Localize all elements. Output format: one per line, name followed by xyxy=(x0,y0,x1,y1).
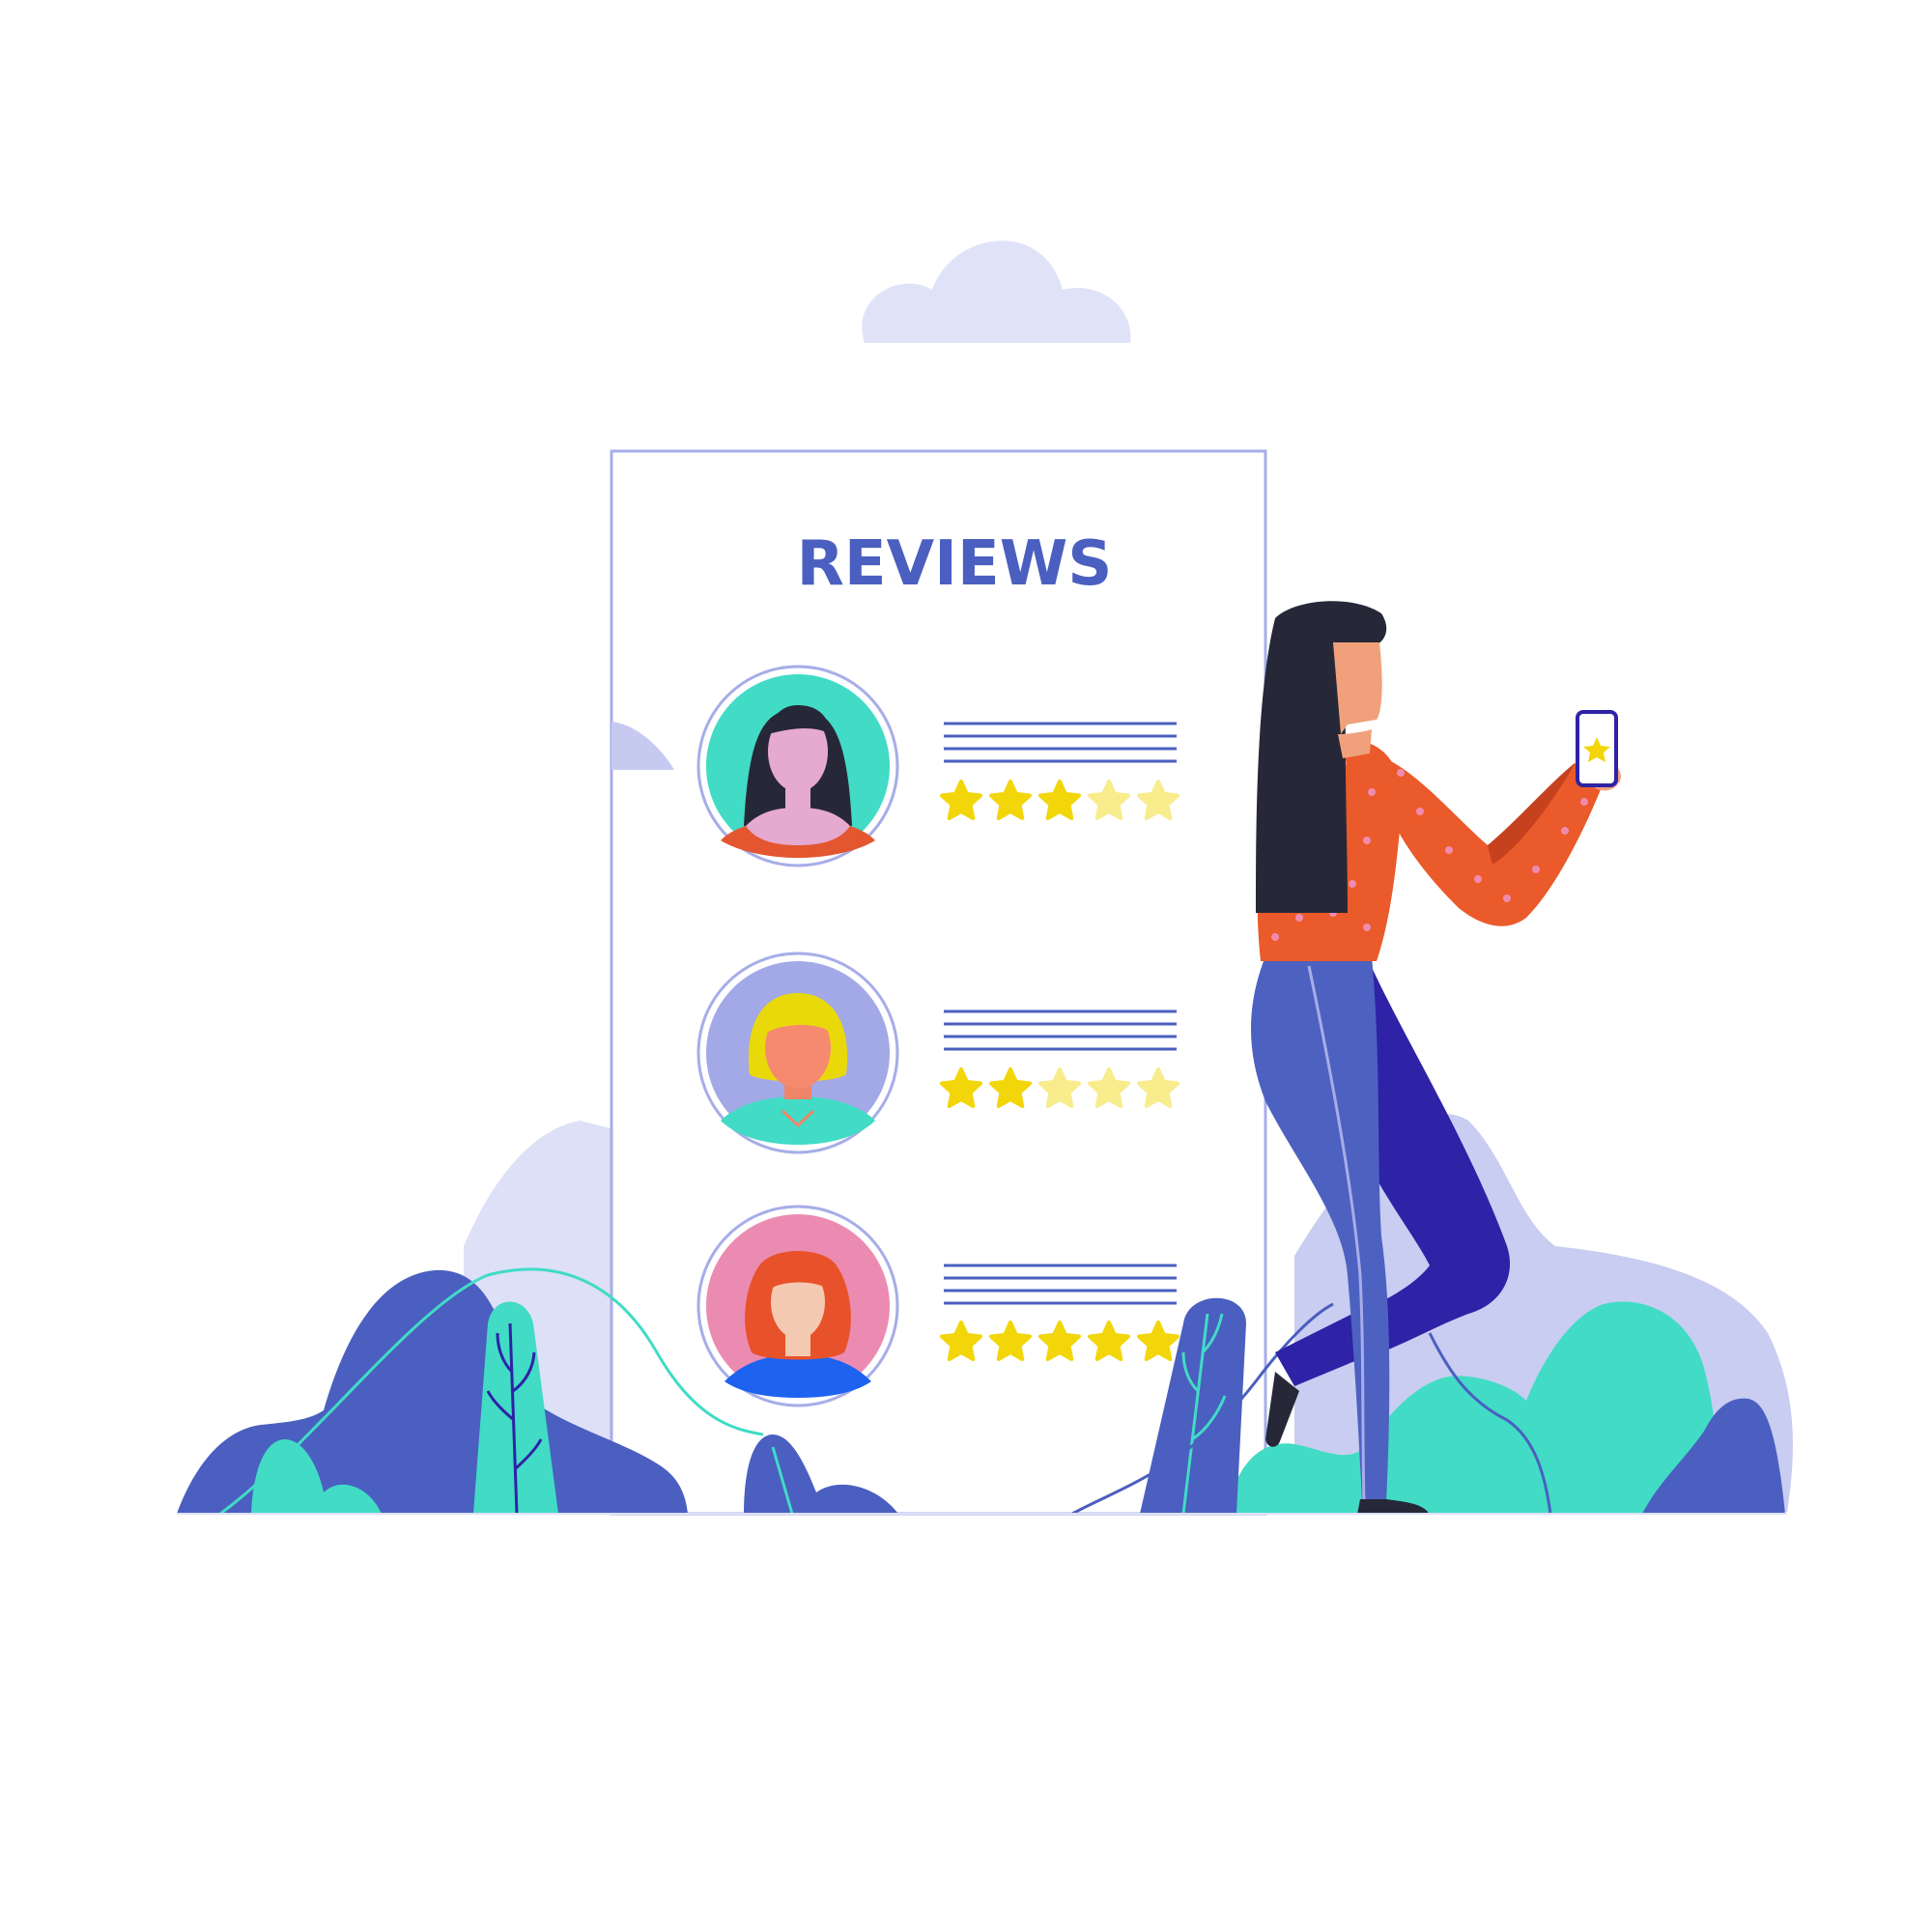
smartphone-icon xyxy=(1576,710,1618,787)
card-title: REVIEWS xyxy=(797,528,1113,600)
illustration: REVIEWS xyxy=(177,241,1793,1516)
avatar-blonde-woman xyxy=(696,952,899,1154)
cloud-icon xyxy=(862,241,1131,343)
avatar-redhead-woman xyxy=(696,1205,899,1407)
avatar-dark-hair-woman xyxy=(696,665,899,867)
